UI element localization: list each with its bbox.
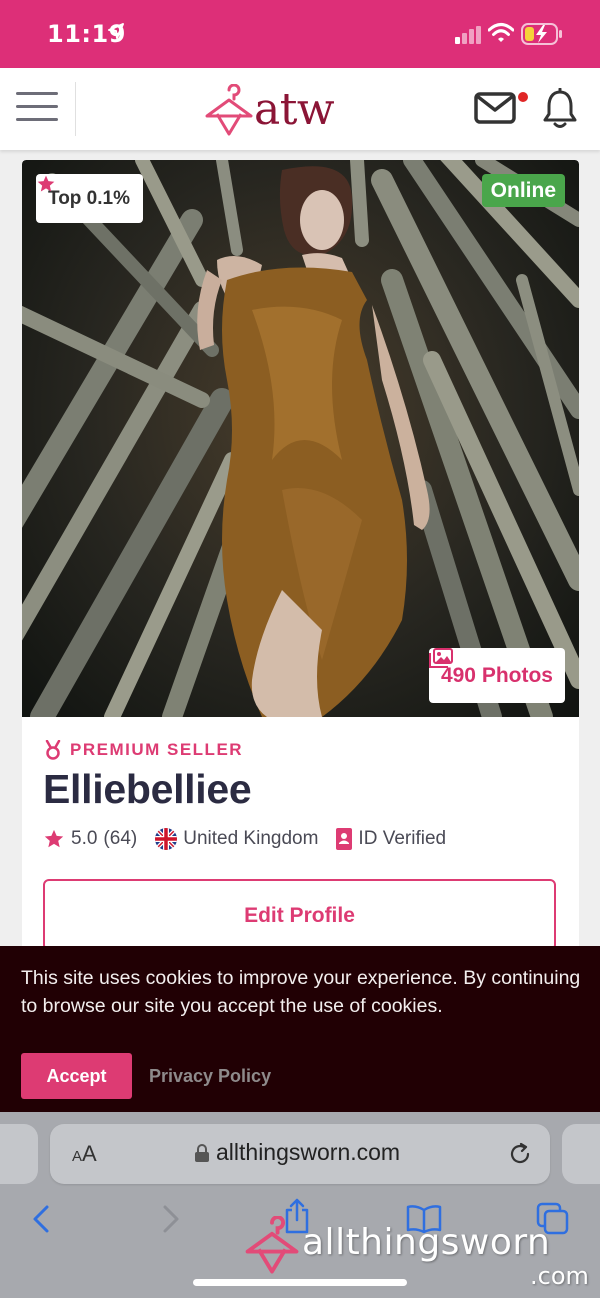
- id-verified: ID Verified: [336, 828, 446, 850]
- photos-count: 490 Photos: [440, 663, 553, 687]
- profile-photo[interactable]: Top 0.1% Online 490 Photos: [22, 160, 579, 717]
- back-icon[interactable]: [30, 1204, 52, 1239]
- star-icon: [44, 829, 64, 848]
- signal-icon: [455, 26, 483, 49]
- rating[interactable]: 5.0 (64): [43, 828, 137, 850]
- edit-profile-button[interactable]: Edit Profile: [43, 879, 556, 951]
- star-icon: [37, 175, 55, 192]
- cookie-banner: This site uses cookies to improve your e…: [0, 946, 600, 1112]
- header-divider: [75, 82, 76, 136]
- aa-large: A: [82, 1141, 97, 1166]
- url-text: allthingsworn.com: [216, 1139, 401, 1165]
- aa-small: A: [72, 1148, 83, 1165]
- wifi-icon: [487, 22, 515, 49]
- uk-flag-icon: [155, 828, 178, 850]
- site-header: atw: [0, 68, 600, 150]
- home-indicator[interactable]: [193, 1279, 407, 1286]
- address-bar[interactable]: AA allthingsworn.com: [50, 1124, 550, 1184]
- lock-icon: [194, 1143, 210, 1168]
- next-tab-preview[interactable]: [562, 1124, 600, 1184]
- logo-text: atw: [254, 84, 335, 135]
- hamburger-icon[interactable]: [16, 90, 58, 124]
- watermark: allthingsworn .com: [244, 1210, 594, 1290]
- verified-text: ID Verified: [358, 828, 447, 849]
- profile-card: Top 0.1% Online 490 Photos PREMIUM SELLE…: [22, 160, 579, 960]
- watermark-suffix: .com: [530, 1262, 589, 1290]
- notification-dot: [516, 90, 530, 104]
- seller-meta: 5.0 (64) United Kingdom ID Verified: [43, 828, 464, 850]
- hanger-logo-icon: [245, 1216, 299, 1274]
- location-arrow-icon: [107, 22, 125, 45]
- bell-icon[interactable]: [542, 87, 578, 135]
- rating-value: 5.0: [71, 828, 98, 849]
- photo-illustration: [22, 160, 579, 717]
- image-icon: [428, 648, 453, 668]
- previous-tab-preview[interactable]: [0, 1124, 38, 1184]
- country-name: United Kingdom: [183, 828, 319, 849]
- country: United Kingdom: [155, 828, 318, 850]
- watermark-text: allthingsworn: [302, 1222, 551, 1263]
- status-bar: 11:19: [0, 0, 600, 68]
- id-card-icon: [336, 828, 353, 850]
- top-rank-badge: Top 0.1%: [36, 174, 143, 223]
- mail-icon[interactable]: [474, 92, 516, 129]
- medal-icon: [45, 740, 61, 760]
- privacy-policy-link[interactable]: Privacy Policy: [149, 1066, 271, 1087]
- browser-bar: AA allthingsworn.com allthingsworn .com: [0, 1112, 600, 1298]
- premium-seller-label: PREMIUM SELLER: [44, 740, 243, 760]
- photos-button[interactable]: 490 Photos: [428, 648, 565, 703]
- battery-charging-icon: [521, 22, 563, 51]
- online-badge: Online: [481, 174, 565, 207]
- top-rank-text: Top 0.1%: [48, 187, 130, 209]
- reload-icon[interactable]: [508, 1142, 532, 1171]
- accept-cookies-button[interactable]: Accept: [21, 1053, 132, 1099]
- reader-settings-button[interactable]: AA: [72, 1141, 97, 1167]
- cookie-message: This site uses cookies to improve your e…: [21, 967, 581, 1017]
- premium-text: PREMIUM SELLER: [70, 740, 244, 759]
- forward-icon[interactable]: [160, 1204, 182, 1239]
- hanger-logo-icon: [205, 84, 253, 136]
- site-logo[interactable]: atw: [204, 82, 364, 138]
- rating-count: (64): [103, 828, 138, 849]
- seller-name: Elliebelliee: [43, 766, 252, 812]
